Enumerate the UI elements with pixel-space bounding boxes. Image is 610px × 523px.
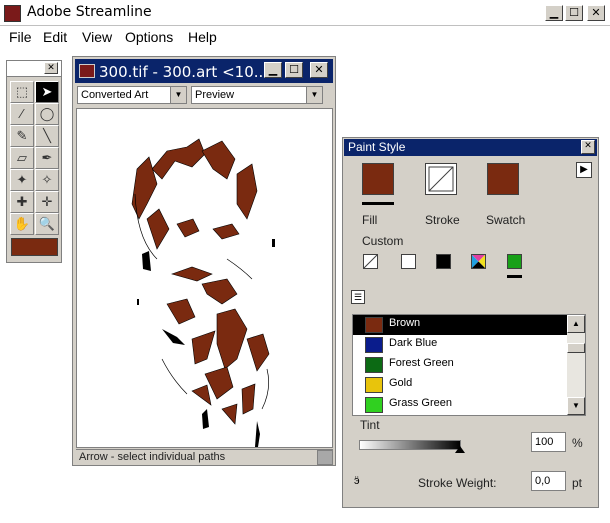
- menu-options[interactable]: Options: [125, 29, 173, 45]
- artwork-canvas[interactable]: [76, 108, 333, 448]
- chevron-down-icon: ▼: [170, 87, 186, 103]
- fill-active-indicator: [362, 202, 394, 205]
- paint-style-palette: Paint Style ✕ ▶ Fill Stroke Swatch Custo…: [342, 137, 599, 508]
- doc-minimize-button[interactable]: ▁: [264, 62, 282, 78]
- paint-close-button[interactable]: ✕: [581, 140, 595, 154]
- tools-close-button[interactable]: ✕: [44, 62, 58, 74]
- color-chip: [365, 357, 383, 373]
- paint-style-title: Paint Style: [348, 140, 406, 154]
- pen-icon[interactable]: ✧: [35, 169, 59, 191]
- scroll-up-icon[interactable]: ▲: [567, 315, 585, 333]
- registration-color-button[interactable]: [471, 254, 486, 269]
- swatch-name: Grass Green: [389, 397, 452, 409]
- swatch-list: Brown Dark Blue Forest Green Gold Grass Gree…: [352, 314, 586, 416]
- mode-select-value: Converted Art: [81, 89, 149, 101]
- doc-close-button[interactable]: ✕: [310, 62, 328, 78]
- none-color-button[interactable]: [363, 254, 378, 269]
- swatch-list-item[interactable]: Dark Blue: [353, 335, 567, 355]
- swatch-name: Forest Green: [389, 357, 454, 369]
- tint-unit: %: [572, 436, 583, 450]
- stroke-swatch[interactable]: [425, 163, 457, 195]
- black-color-button[interactable]: [436, 254, 451, 269]
- tools-palette-header[interactable]: ✕: [7, 61, 61, 77]
- stroke-weight-input[interactable]: 0,0: [531, 471, 566, 491]
- view-select[interactable]: Preview ▼: [191, 86, 323, 104]
- app-icon[interactable]: [4, 5, 21, 22]
- close-button[interactable]: ✕: [587, 5, 605, 21]
- zoom-icon[interactable]: 🔍: [35, 213, 59, 235]
- swatch-list-item[interactable]: Brown: [353, 315, 567, 335]
- eyedropper-icon[interactable]: ✒: [35, 147, 59, 169]
- document-window: 300.tif - 300.art <10... ▁ ☐ ✕ Converted…: [72, 56, 336, 466]
- palette-menu-arrow-icon[interactable]: ▶: [576, 162, 592, 178]
- menu-view[interactable]: View: [82, 29, 112, 45]
- scroll-thumb[interactable]: [567, 343, 585, 353]
- fill-swatch[interactable]: [362, 163, 394, 195]
- document-title: 300.tif - 300.art <10...: [99, 63, 269, 81]
- tint-label: Tint: [360, 418, 380, 432]
- arrow-icon[interactable]: ➤: [35, 81, 59, 103]
- swatch-preview[interactable]: [487, 163, 519, 195]
- document-toolbar: Converted Art ▼ Preview ▼: [75, 84, 333, 106]
- status-text: Arrow - select individual paths: [79, 451, 226, 463]
- stroke-weight-unit: pt: [572, 476, 583, 490]
- app-title: Adobe Streamline: [27, 4, 152, 20]
- status-bar: Arrow - select individual paths: [76, 449, 333, 465]
- app-titlebar: Adobe Streamline ▁ ☐ ✕: [0, 0, 610, 26]
- chevron-down-icon: ▼: [306, 87, 322, 103]
- color-chip: [365, 337, 383, 353]
- swatch-list-item[interactable]: Forest Green: [353, 355, 567, 375]
- color-chip: [365, 377, 383, 393]
- paint-style-titlebar[interactable]: Paint Style: [344, 139, 597, 156]
- swatch-name: Gold: [389, 377, 413, 389]
- doc-maximize-button[interactable]: ☐: [285, 62, 303, 78]
- current-color-swatch[interactable]: [11, 238, 58, 256]
- stroke-weight-label: Stroke Weight:: [418, 476, 497, 490]
- minimize-button[interactable]: ▁: [545, 5, 563, 21]
- document-icon[interactable]: [79, 64, 95, 78]
- menu-bar: File Edit View Options Help: [0, 26, 610, 48]
- mode-select[interactable]: Converted Art ▼: [77, 86, 187, 104]
- lasso-icon[interactable]: ◯: [35, 103, 59, 125]
- pencil-icon[interactable]: ✎: [10, 125, 34, 147]
- color-chip: [365, 317, 383, 333]
- swatch-label: Swatch: [486, 213, 526, 227]
- pen-add-icon[interactable]: ✦: [10, 169, 34, 191]
- hand-icon[interactable]: ✋: [10, 213, 34, 235]
- stroke-weight-icon: ӭ: [354, 475, 360, 487]
- swatch-name: Brown: [389, 317, 421, 329]
- white-color-button[interactable]: [401, 254, 416, 269]
- pen-plus-icon[interactable]: ✚: [10, 191, 34, 213]
- green-color-button[interactable]: [507, 254, 522, 269]
- view-select-value: Preview: [195, 89, 235, 101]
- tools-palette: ✕ ⬚ ➤ ⁄ ◯ ✎ ╲ ▱ ✒ ✦ ✧ ✚ ✛ ✋ 🔍: [6, 60, 62, 263]
- swatch-name: Dark Blue: [389, 337, 438, 349]
- green-active-indicator: [507, 275, 522, 278]
- maximize-button[interactable]: ☐: [565, 5, 583, 21]
- line-icon[interactable]: ╲: [35, 125, 59, 147]
- color-chip: [365, 397, 383, 413]
- marquee-icon[interactable]: ⬚: [10, 81, 34, 103]
- scroll-down-icon[interactable]: ▼: [567, 397, 585, 415]
- menu-help[interactable]: Help: [188, 29, 217, 45]
- fill-label: Fill: [362, 213, 378, 227]
- swatch-list-item[interactable]: Grass Green: [353, 395, 567, 415]
- resize-grip[interactable]: [317, 450, 333, 465]
- swatch-list-scrollbar[interactable]: ▲ ▼: [567, 315, 585, 415]
- list-view-icon[interactable]: ☰: [351, 290, 365, 304]
- menu-file[interactable]: File: [9, 29, 32, 45]
- magic-wand-icon[interactable]: ⁄: [10, 103, 34, 125]
- pen-minus-icon[interactable]: ✛: [35, 191, 59, 213]
- custom-label: Custom: [362, 234, 404, 248]
- traced-portrait-artwork: [131, 138, 275, 447]
- tint-input[interactable]: 100: [531, 432, 566, 452]
- eraser-icon[interactable]: ▱: [10, 147, 34, 169]
- tint-slider-thumb-icon[interactable]: [455, 446, 465, 453]
- tint-slider[interactable]: [359, 440, 461, 450]
- stroke-label: Stroke: [425, 213, 460, 227]
- swatch-list-item[interactable]: Gold: [353, 375, 567, 395]
- menu-edit[interactable]: Edit: [43, 29, 67, 45]
